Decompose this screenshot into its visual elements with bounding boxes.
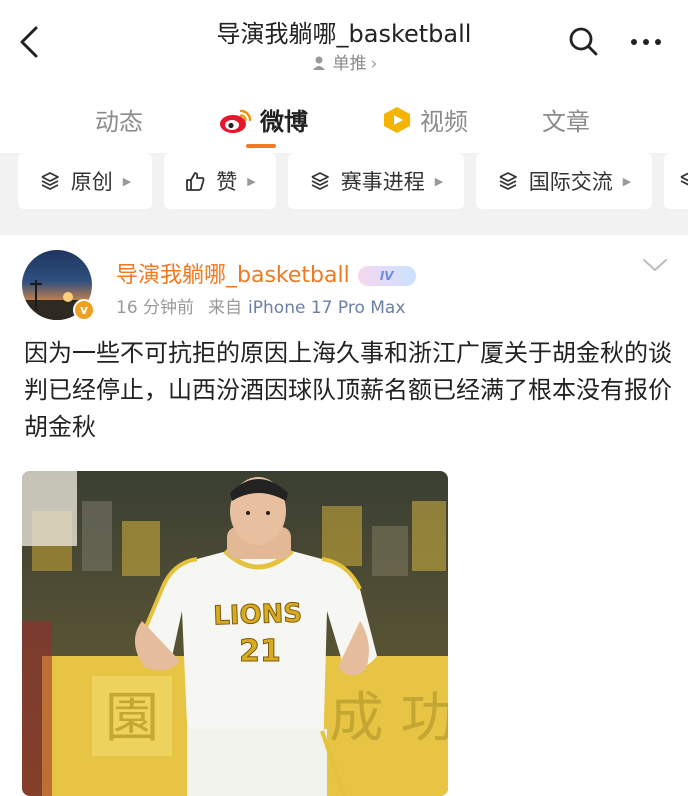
post-card: v 导演我躺哪_basketball IV 16 分钟前 来自 iPhone 17 P… bbox=[0, 235, 688, 796]
basketball-player-photo: 園 成 功 LIONS 21 bbox=[22, 471, 448, 796]
tab-weibo[interactable]: 微博 bbox=[218, 102, 308, 137]
level-badge: IV bbox=[357, 266, 416, 286]
chip-original-label: 原创 bbox=[70, 170, 113, 194]
layers-icon bbox=[311, 172, 329, 190]
post-content: 因为一些不可抗拒的原因上海久事和浙江广厦关于胡金秋的谈判已经停止，山西汾酒因球队… bbox=[24, 339, 672, 441]
bg-text-right: 成 功 bbox=[329, 686, 448, 749]
more-icon bbox=[631, 39, 661, 45]
profile-tabs: 动态 微博 视频 文章 bbox=[0, 84, 688, 152]
bg-text-left: 園 bbox=[105, 686, 159, 749]
subtitle-label: 单推 bbox=[332, 54, 367, 74]
post-source-prefix: 来自 bbox=[208, 298, 243, 318]
filter-chip-bar: 原创 ▶ 赞 ▶ 赛事进程 ▶ 国际交流 ▶ bbox=[0, 153, 688, 225]
layers-icon bbox=[680, 172, 688, 186]
post-menu-button[interactable] bbox=[640, 255, 670, 275]
chip-international[interactable]: 国际交流 ▶ bbox=[476, 153, 652, 209]
chip-like-label: 赞 bbox=[216, 170, 238, 194]
post-author-name: 导演我躺哪_basketball bbox=[116, 263, 350, 288]
section-divider bbox=[0, 225, 688, 235]
caret-right-icon: ▶ bbox=[622, 174, 632, 188]
chip-more[interactable] bbox=[664, 153, 688, 209]
jersey-number: 21 bbox=[239, 634, 281, 669]
chip-international-label: 国际交流 bbox=[528, 170, 613, 194]
tab-video[interactable]: 视频 bbox=[382, 102, 468, 137]
tab-weibo-label: 微博 bbox=[260, 108, 308, 136]
post-author[interactable]: 导演我躺哪_basketball IV bbox=[116, 257, 416, 289]
tab-dongtai[interactable]: 动态 bbox=[95, 102, 143, 137]
tab-article: 文章 bbox=[542, 108, 590, 136]
video-icon bbox=[384, 107, 410, 133]
active-tab-indicator bbox=[246, 144, 276, 148]
post-image[interactable]: 園 成 功 LIONS 21 bbox=[22, 471, 448, 796]
post-source[interactable]: iPhone 17 Pro Max bbox=[248, 298, 405, 318]
caret-right-icon: ▶ bbox=[434, 174, 444, 188]
subtitle-chevron: › bbox=[370, 54, 378, 74]
top-navigation-bar: 导演我躺哪_basketball 单推 › bbox=[0, 0, 688, 80]
caret-right-icon: ▶ bbox=[122, 174, 132, 188]
more-button[interactable] bbox=[626, 24, 666, 58]
verified-badge: v bbox=[73, 299, 95, 321]
tab-video-label: 视频 bbox=[420, 108, 468, 136]
weibo-logo-icon bbox=[220, 109, 252, 133]
layers-icon bbox=[41, 172, 59, 190]
person-icon bbox=[311, 55, 327, 76]
caret-right-icon: ▶ bbox=[247, 174, 256, 188]
chip-match-progress[interactable]: 赛事进程 ▶ bbox=[288, 153, 464, 209]
chip-like[interactable]: 赞 ▶ bbox=[164, 153, 276, 209]
jersey-text: LIONS bbox=[213, 598, 303, 631]
chip-original[interactable]: 原创 ▶ bbox=[18, 153, 152, 209]
search-button[interactable] bbox=[566, 24, 600, 58]
chip-match-progress-label: 赛事进程 bbox=[340, 170, 425, 194]
post-meta: 16 分钟前 来自 iPhone 17 Pro Max bbox=[116, 293, 405, 318]
search-icon bbox=[569, 27, 598, 56]
post-time: 16 分钟前 bbox=[116, 298, 195, 318]
layers-icon bbox=[499, 172, 517, 190]
thumb-up-icon bbox=[186, 172, 205, 191]
chevron-down-icon bbox=[643, 259, 667, 271]
